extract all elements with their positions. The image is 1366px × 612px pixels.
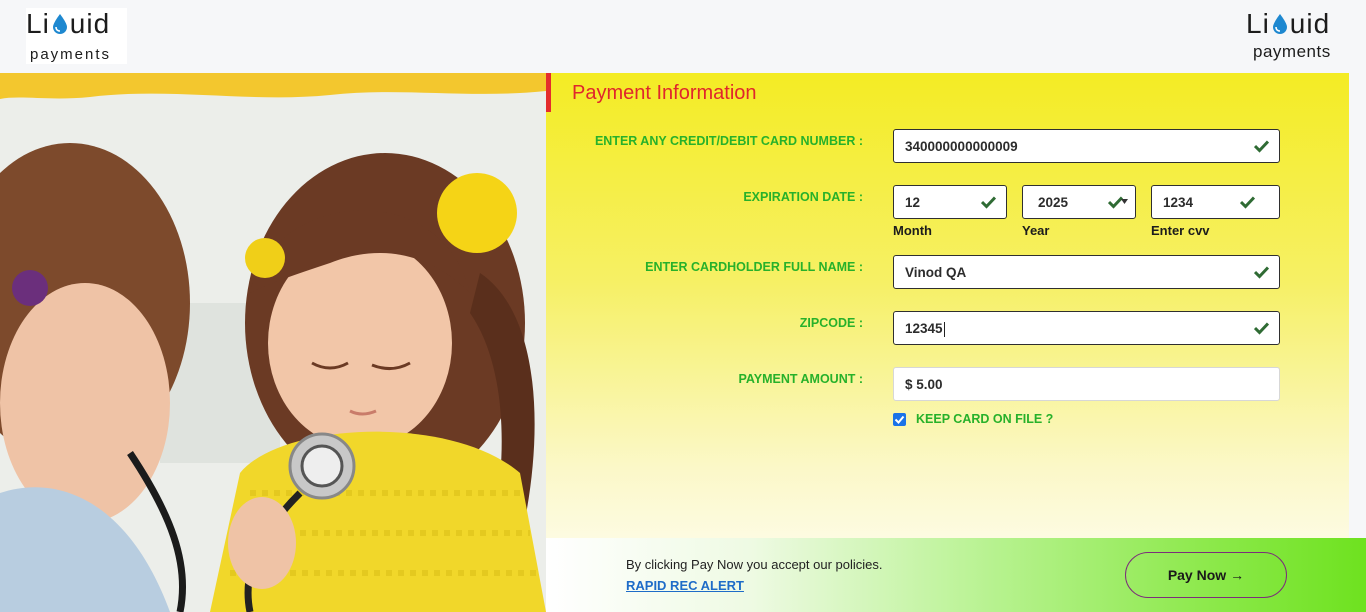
pay-now-button[interactable]: Pay Now → <box>1125 552 1287 598</box>
cardholder-name-field[interactable]: Vinod QA <box>893 255 1280 289</box>
checkmark-icon <box>894 415 905 424</box>
hero-illustration <box>0 73 546 612</box>
title-accent-bar <box>546 73 551 112</box>
payment-page: Li uid payments Li uid payments Payment … <box>0 0 1366 612</box>
month-value: 12 <box>905 195 921 210</box>
valid-check-icon <box>1254 140 1269 153</box>
year-caption: Year <box>1022 223 1050 238</box>
text-caret <box>943 321 945 337</box>
cvv-caption: Enter cvv <box>1151 223 1210 238</box>
year-select[interactable]: 2025 <box>1022 185 1136 219</box>
cvv-value: 1234 <box>1163 195 1194 210</box>
zipcode-field[interactable]: 12345 <box>893 311 1280 345</box>
logo-word-start: Li <box>1246 8 1270 39</box>
arrow-right-icon: → <box>1230 567 1245 583</box>
cvv-field[interactable]: 1234 <box>1151 185 1280 219</box>
payment-amount-value: $ 5.00 <box>905 377 943 392</box>
chevron-down-icon <box>1121 199 1128 204</box>
zipcode-label: ZIPCODE : <box>799 316 863 330</box>
valid-check-icon <box>1254 266 1269 279</box>
month-field[interactable]: 12 <box>893 185 1007 219</box>
month-caption: Month <box>893 223 932 238</box>
card-number-value: 340000000000009 <box>905 139 1018 154</box>
payment-amount-field[interactable]: $ 5.00 <box>893 367 1280 401</box>
logo-subtitle: payments <box>30 46 112 63</box>
water-drop-icon <box>52 14 67 34</box>
hero-photo <box>0 73 546 612</box>
zipcode-value: 12345 <box>905 321 943 336</box>
year-value: 2025 <box>1038 195 1069 210</box>
valid-check-icon <box>1254 322 1269 335</box>
cardholder-name-label: ENTER CARDHOLDER FULL NAME : <box>645 260 863 274</box>
card-number-field[interactable]: 340000000000009 <box>893 129 1280 163</box>
logo-subtitle: payments <box>1253 42 1331 61</box>
pay-now-label: Pay Now <box>1167 567 1227 583</box>
card-number-label: ENTER ANY CREDIT/DEBIT CARD NUMBER : <box>594 134 863 148</box>
payment-amount-label: PAYMENT AMOUNT : <box>738 372 863 386</box>
valid-check-icon <box>981 196 996 209</box>
expiration-label: EXPIRATION DATE : <box>743 190 863 204</box>
logo-wordmark: Li uid <box>26 8 110 40</box>
logo-wordmark: Li uid <box>1246 8 1330 40</box>
logo-right: Li uid payments <box>1246 8 1342 64</box>
logo-word-end: uid <box>69 8 111 39</box>
keep-card-checkbox[interactable] <box>893 413 906 426</box>
keep-card-label[interactable]: KEEP CARD ON FILE ? <box>916 412 1053 426</box>
policy-text: By clicking Pay Now you accept our polic… <box>626 557 883 572</box>
logo-left: Li uid payments <box>26 8 127 64</box>
water-drop-icon <box>1272 14 1287 34</box>
footer-bar: By clicking Pay Now you accept our polic… <box>546 538 1366 612</box>
cardholder-name-value: Vinod QA <box>905 265 967 280</box>
logo-word-start: Li <box>26 8 50 39</box>
valid-check-icon <box>1240 196 1255 209</box>
logo-word-end: uid <box>1289 8 1331 39</box>
scroll-gutter <box>1349 73 1366 538</box>
header: Li uid payments Li uid payments <box>0 0 1366 73</box>
rapid-rec-alert-link[interactable]: RAPID REC ALERT <box>626 578 744 593</box>
page-title: Payment Information <box>572 82 757 104</box>
